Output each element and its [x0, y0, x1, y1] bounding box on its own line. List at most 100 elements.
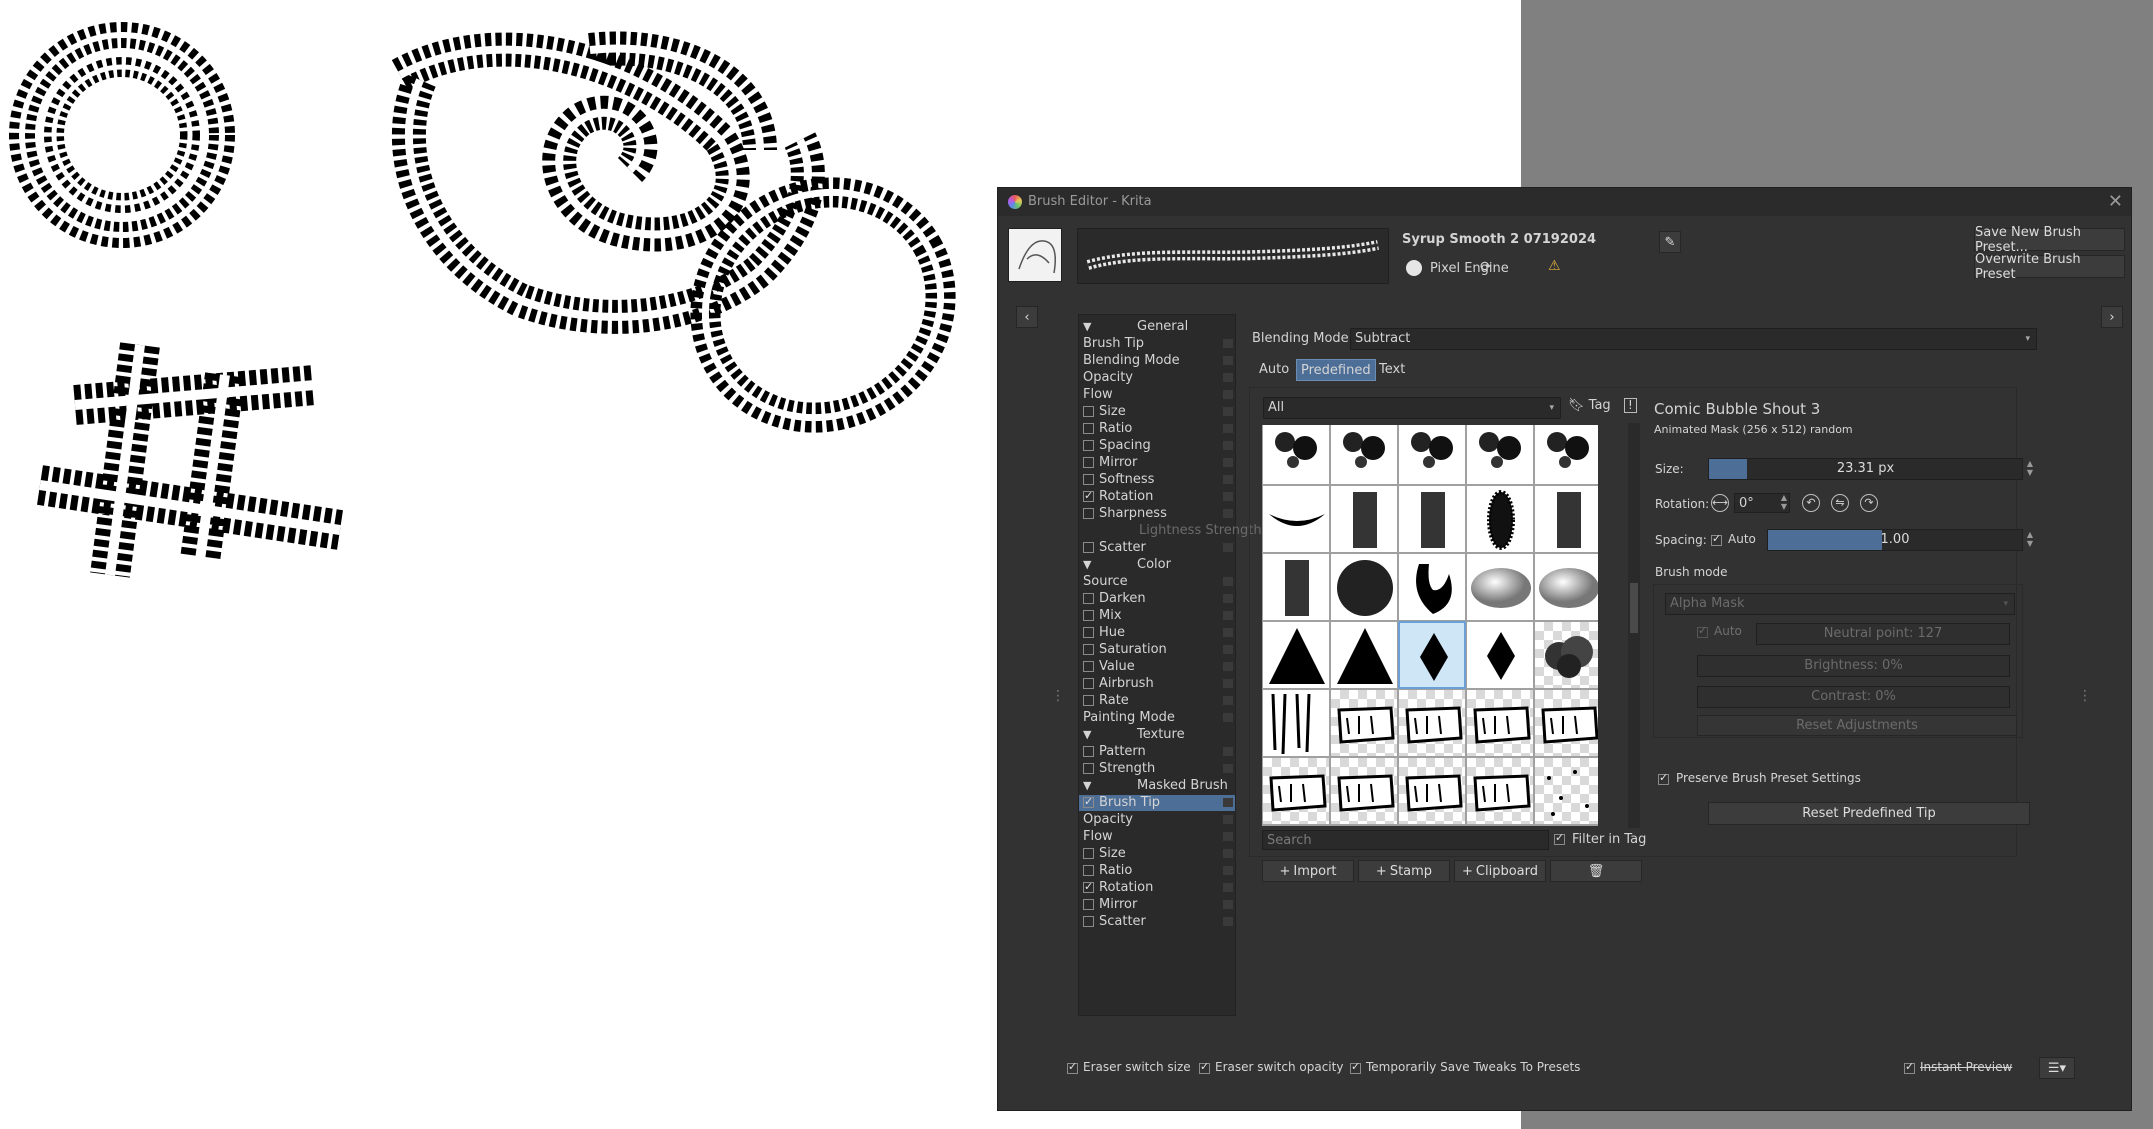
option-masked-brush[interactable]: ▼ Masked Brush — [1079, 778, 1235, 794]
option-size[interactable]: Size — [1079, 846, 1235, 862]
option-checkbox[interactable] — [1083, 661, 1094, 672]
brush-tip-thumbnail[interactable] — [1466, 757, 1534, 825]
brush-tip-thumbnail[interactable] — [1262, 825, 1330, 826]
size-spinner[interactable]: ▲ ▼ — [2025, 459, 2035, 479]
option-mix[interactable]: Mix — [1079, 608, 1235, 624]
brush-tip-thumbnail[interactable] — [1398, 621, 1466, 689]
brush-tip-thumbnail[interactable] — [1534, 485, 1598, 553]
brush-tip-thumbnail[interactable] — [1330, 485, 1398, 553]
tab-auto[interactable]: Auto — [1255, 359, 1293, 381]
option-checkbox[interactable] — [1083, 627, 1094, 638]
temp-save-checkbox[interactable] — [1350, 1060, 1361, 1074]
brush-tip-thumbnail[interactable] — [1330, 621, 1398, 689]
flip-icon[interactable]: ⇋ — [1831, 494, 1849, 512]
expand-arrow-icon[interactable]: ▼ — [1083, 319, 1091, 335]
brush-tip-thumbnail[interactable] — [1262, 757, 1330, 825]
brush-tip-thumbnail[interactable] — [1330, 757, 1398, 825]
option-scatter[interactable]: Scatter — [1079, 540, 1235, 556]
brush-tip-thumbnail[interactable] — [1262, 485, 1330, 553]
info-icon[interactable]: ! — [1624, 398, 1637, 413]
brush-tip-thumbnail[interactable] — [1466, 425, 1534, 485]
brush-tip-thumbnail[interactable] — [1398, 553, 1466, 621]
eraser-size-checkbox[interactable] — [1067, 1060, 1078, 1074]
brush-tip-thumbnail[interactable] — [1534, 757, 1598, 825]
option-source[interactable]: Source — [1079, 574, 1235, 590]
brush-tip-thumbnail[interactable] — [1398, 757, 1466, 825]
option-checkbox[interactable] — [1083, 644, 1094, 655]
brush-tip-thumbnail[interactable] — [1330, 689, 1398, 757]
option-darken[interactable]: Darken — [1079, 591, 1235, 607]
rotation-spinner[interactable]: ▲ ▼ — [1779, 493, 1789, 513]
collapse-left-button[interactable]: ‹ — [1016, 306, 1038, 328]
option-checkbox[interactable] — [1083, 440, 1094, 451]
collapse-right-button[interactable]: › — [2101, 306, 2123, 328]
brush-tip-thumbnail[interactable] — [1262, 553, 1330, 621]
option-flow[interactable]: Flow — [1079, 829, 1235, 845]
spacing-auto-checkbox[interactable] — [1711, 532, 1722, 546]
option-checkbox[interactable] — [1083, 879, 1094, 895]
overwrite-preset-button[interactable]: Overwrite Brush Preset — [1974, 252, 2125, 282]
option-scatter[interactable]: Scatter — [1079, 914, 1235, 930]
option-checkbox[interactable] — [1083, 610, 1094, 621]
expand-arrow-icon[interactable]: ▼ — [1083, 727, 1091, 743]
option-texture[interactable]: ▼ Texture — [1079, 727, 1235, 743]
brush-tip-thumbnail[interactable] — [1330, 553, 1398, 621]
brush-tip-thumbnail[interactable] — [1466, 621, 1534, 689]
option-softness[interactable]: Softness — [1079, 472, 1235, 488]
preserve-settings-checkbox[interactable] — [1658, 771, 1669, 785]
option-pattern[interactable]: Pattern — [1079, 744, 1235, 760]
option-airbrush[interactable]: Airbrush — [1079, 676, 1235, 692]
option-checkbox[interactable] — [1083, 406, 1094, 417]
filter-in-tag-checkbox[interactable] — [1554, 831, 1565, 845]
option-spacing[interactable]: Spacing — [1079, 438, 1235, 454]
option-checkbox[interactable] — [1083, 508, 1094, 519]
option-size[interactable]: Size — [1079, 404, 1235, 420]
option-opacity[interactable]: Opacity — [1079, 370, 1235, 386]
rename-button[interactable]: ✎ — [1659, 231, 1681, 253]
brush-tip-thumbnail[interactable] — [1534, 621, 1598, 689]
instant-preview-checkbox[interactable] — [1904, 1060, 1915, 1074]
delete-button[interactable]: 🗑︎ — [1550, 860, 1642, 882]
brush-tip-thumbnail[interactable] — [1466, 825, 1534, 826]
option-checkbox[interactable] — [1083, 474, 1094, 485]
brush-tip-thumbnail[interactable] — [1398, 825, 1466, 826]
spacing-slider[interactable]: 1.00 — [1767, 529, 2023, 551]
expand-arrow-icon[interactable]: ▼ — [1083, 778, 1091, 794]
brush-tip-thumbnail[interactable] — [1262, 689, 1330, 757]
tag-filter-select[interactable]: All ▾ — [1263, 397, 1561, 419]
rotation-dial-icon[interactable]: ⟷ — [1711, 494, 1729, 512]
option-ratio[interactable]: Ratio — [1079, 421, 1235, 437]
option-color[interactable]: ▼ Color — [1079, 557, 1235, 573]
tag-button[interactable]: 🔖︎ Tag — [1568, 398, 1611, 418]
brush-tip-thumbnail[interactable] — [1466, 485, 1534, 553]
scrollbar-thumb[interactable] — [1630, 583, 1638, 633]
option-lightness-strength[interactable]: Lightness Strength — [1079, 523, 1262, 539]
rotate-right-icon[interactable]: ↷ — [1860, 494, 1878, 512]
option-checkbox[interactable] — [1083, 695, 1094, 706]
splitter-handle-left[interactable]: ⋮ — [1051, 688, 1065, 704]
stamp-button[interactable]: + Stamp — [1358, 860, 1450, 882]
option-value[interactable]: Value — [1079, 659, 1235, 675]
brush-tip-thumbnail[interactable] — [1466, 553, 1534, 621]
option-checkbox[interactable] — [1083, 593, 1094, 604]
brush-tip-thumbnail[interactable] — [1466, 689, 1534, 757]
expand-arrow-icon[interactable]: ▼ — [1083, 557, 1091, 573]
option-strength[interactable]: Strength — [1079, 761, 1235, 777]
brush-tip-thumbnail[interactable] — [1398, 689, 1466, 757]
option-checkbox[interactable] — [1083, 899, 1094, 910]
clipboard-button[interactable]: + Clipboard — [1454, 860, 1546, 882]
brush-tip-thumbnail[interactable] — [1534, 553, 1598, 621]
grid-scrollbar[interactable] — [1628, 423, 1640, 828]
option-saturation[interactable]: Saturation — [1079, 642, 1235, 658]
spacing-spinner[interactable]: ▲ ▼ — [2025, 530, 2035, 550]
brush-tip-thumbnail[interactable] — [1330, 425, 1398, 485]
reset-predefined-tip-button[interactable]: Reset Predefined Tip — [1708, 802, 2030, 825]
reload-icon[interactable]: ⟳ — [1480, 259, 1492, 275]
rotate-left-icon[interactable]: ↶ — [1802, 494, 1820, 512]
blending-mode-select[interactable]: Subtract ▾ — [1350, 328, 2037, 350]
option-ratio[interactable]: Ratio — [1079, 863, 1235, 879]
option-rate[interactable]: Rate — [1079, 693, 1235, 709]
option-checkbox[interactable] — [1083, 678, 1094, 689]
option-checkbox[interactable] — [1083, 848, 1094, 859]
brush-tip-thumbnail[interactable] — [1534, 825, 1598, 826]
